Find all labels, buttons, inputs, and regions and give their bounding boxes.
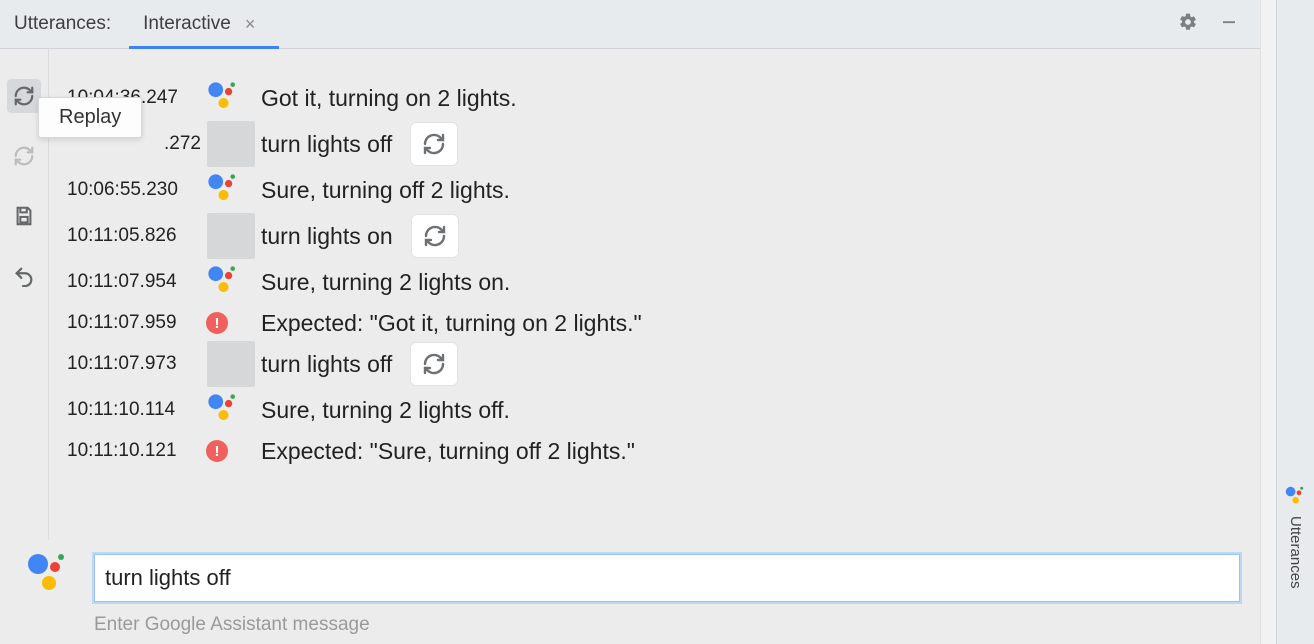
log-row: 10:11:10.114 Sure, turning 2 lights off. [67,387,1242,433]
log-row: 10:06:55.230 Sure, turning off 2 lights. [67,167,1242,213]
timestamp: 10:11:10.121 [67,440,207,462]
error-text: Expected: "Got it, turning on 2 lights." [255,310,642,337]
timestamp: 10:06:55.230 [67,179,207,201]
undo-button[interactable] [7,259,41,293]
minimize-icon[interactable] [1220,13,1238,36]
assistant-message: Sure, turning 2 lights off. [255,397,510,424]
panel-title: Utterances: [14,13,111,35]
assistant-logo-icon [207,393,255,427]
log-row: 10:11:07.959!Expected: "Got it, turning … [67,305,1242,341]
log-row: 10:11:07.973 turn lights off [67,341,1242,387]
assistant-message: Sure, turning off 2 lights. [255,177,510,204]
conversation-log: 10:04:36.247 Got it, turning on 2 lights.… [48,49,1260,540]
log-row: 10:11:07.954 Sure, turning 2 lights on. [67,259,1242,305]
timestamp: 10:11:07.973 [67,353,207,375]
replay-icon[interactable] [411,214,459,258]
left-rail: Replay [0,49,48,540]
log-row: 10:04:36.247 Got it, turning on 2 lights. [67,75,1242,121]
user-avatar [207,213,255,259]
scrollbar[interactable] [1260,0,1276,644]
tab-interactive[interactable]: Interactive × [139,0,259,48]
timestamp: 10:11:10.114 [67,399,207,421]
replay-icon[interactable] [410,122,458,166]
timestamp: 10:11:07.959 [67,312,207,334]
error-icon: ! [207,440,255,462]
tab-interactive-label: Interactive [143,13,231,35]
save-button[interactable] [7,199,41,233]
replay-all-button[interactable] [7,79,41,113]
sidebar-right-label: Utterances [1287,516,1304,589]
user-message: turn lights on [255,223,393,250]
assistant-logo-icon [207,173,255,207]
user-message: turn lights off [255,351,392,378]
replay-icon[interactable] [410,342,458,386]
error-text: Expected: "Sure, turning off 2 lights." [255,438,635,465]
assistant-message: Sure, turning 2 lights on. [255,269,510,296]
error-icon: ! [207,312,255,334]
log-row: .272 turn lights off [67,121,1242,167]
assistant-logo-icon [207,81,255,115]
sidebar-right[interactable]: Utterances [1276,0,1314,644]
assistant-logo-icon [28,554,72,598]
assistant-logo-icon [207,265,255,299]
timestamp: 10:11:07.954 [67,271,207,293]
log-row: 10:11:05.826 turn lights on [67,213,1242,259]
top-bar: Utterances: Interactive × [0,0,1260,49]
replay-step-button[interactable] [7,139,41,173]
user-message: turn lights off [255,131,392,158]
assistant-message: Got it, turning on 2 lights. [255,85,517,112]
input-hint: Enter Google Assistant message [94,614,1240,636]
timestamp: 10:11:05.826 [67,225,207,247]
input-bar: Enter Google Assistant message [0,540,1260,644]
user-avatar [207,341,255,387]
user-avatar [207,121,255,167]
timestamp: 10:04:36.247 [67,87,207,109]
assistant-logo-icon [1285,487,1305,507]
timestamp: .272 [67,133,207,155]
log-row: 10:11:10.121!Expected: "Sure, turning of… [67,433,1242,469]
close-icon[interactable]: × [245,15,256,33]
gear-icon[interactable] [1178,12,1198,37]
message-input[interactable] [94,554,1240,602]
